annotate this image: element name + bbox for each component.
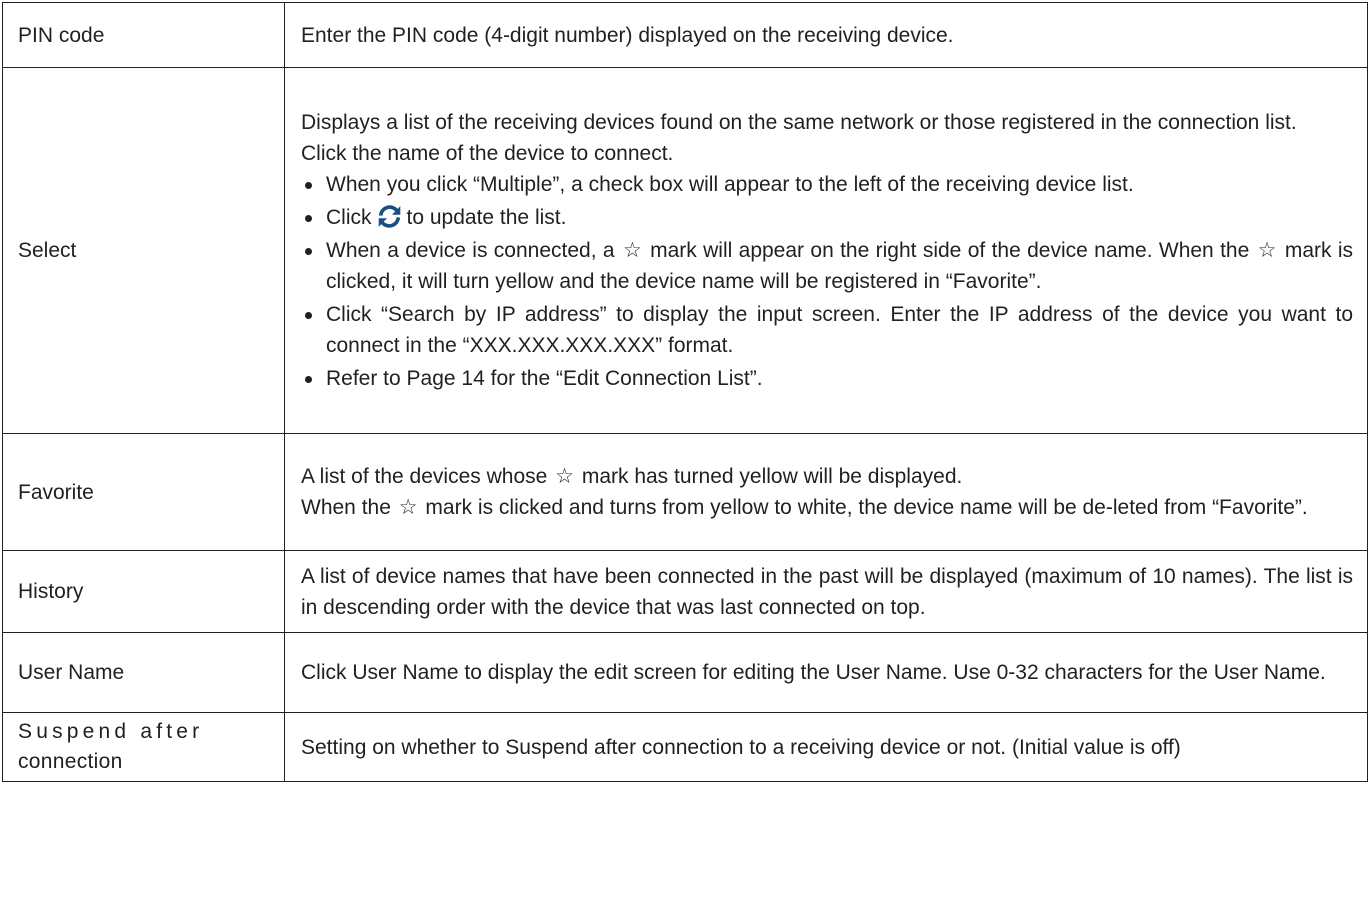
bullet-text: When a device is connected, a (326, 239, 615, 262)
refresh-icon (378, 205, 400, 228)
row-description: Displays a list of the receiving devices… (284, 67, 1368, 434)
favorite-line-2: When the ☆ mark is clicked and turns fro… (301, 492, 1353, 523)
label-line-2: connection (18, 750, 123, 773)
text-span: mark is clicked and turns from yellow to… (425, 496, 1308, 519)
row-label: User Name (2, 632, 285, 713)
bullet-text: Click (326, 206, 372, 229)
table-row-suspend: Suspend after connection Setting on wheth… (2, 712, 1368, 782)
row-label: History (2, 550, 285, 633)
row-label: Favorite (2, 433, 285, 551)
star-outline-icon: ☆ (622, 238, 642, 262)
list-item: Refer to Page 14 for the “Edit Connectio… (301, 363, 1353, 394)
bullet-text: to update the list. (406, 206, 567, 229)
table-row-select: Select Displays a list of the receiving … (2, 67, 1368, 434)
star-outline-icon: ☆ (398, 495, 418, 519)
list-item: When you click “Multiple”, a check box w… (301, 169, 1353, 200)
settings-table: PIN code Enter the PIN code (4-digit num… (2, 2, 1368, 782)
text-span: A list of the devices whose (301, 465, 548, 488)
text-span: When the (301, 496, 391, 519)
table-row-history: History A list of device names that have… (2, 550, 1368, 633)
list-item: Click to update the list. (301, 202, 1353, 233)
row-description: A list of the devices whose ☆ mark has t… (284, 433, 1368, 551)
bullet-text: mark will appear on the right side of th… (650, 239, 1250, 262)
row-description: Setting on whether to Suspend after conn… (284, 712, 1368, 782)
table-row-favorite: Favorite A list of the devices whose ☆ m… (2, 433, 1368, 551)
row-description: Click User Name to display the edit scre… (284, 632, 1368, 713)
select-bullet-list: When you click “Multiple”, a check box w… (301, 169, 1353, 394)
select-instruction: Click the name of the device to connect. (301, 142, 674, 165)
favorite-line-1: A list of the devices whose ☆ mark has t… (301, 461, 1353, 492)
label-line-1: Suspend after (18, 720, 204, 743)
star-outline-icon: ☆ (1257, 238, 1277, 262)
text-span: mark has turned yellow will be displayed… (581, 465, 963, 488)
star-outline-icon: ☆ (555, 464, 574, 488)
row-description: Enter the PIN code (4-digit number) disp… (284, 2, 1368, 68)
row-label: Select (2, 67, 285, 434)
select-intro: Displays a list of the receiving devices… (301, 111, 1297, 134)
row-description: A list of device names that have been co… (284, 550, 1368, 633)
list-item: When a device is connected, a ☆ mark wil… (301, 235, 1353, 297)
list-item: Click “Search by IP address” to display … (301, 299, 1353, 361)
table-row-pin-code: PIN code Enter the PIN code (4-digit num… (2, 2, 1368, 68)
row-label: Suspend after connection (2, 712, 285, 782)
table-row-user-name: User Name Click User Name to display the… (2, 632, 1368, 713)
row-label: PIN code (2, 2, 285, 68)
